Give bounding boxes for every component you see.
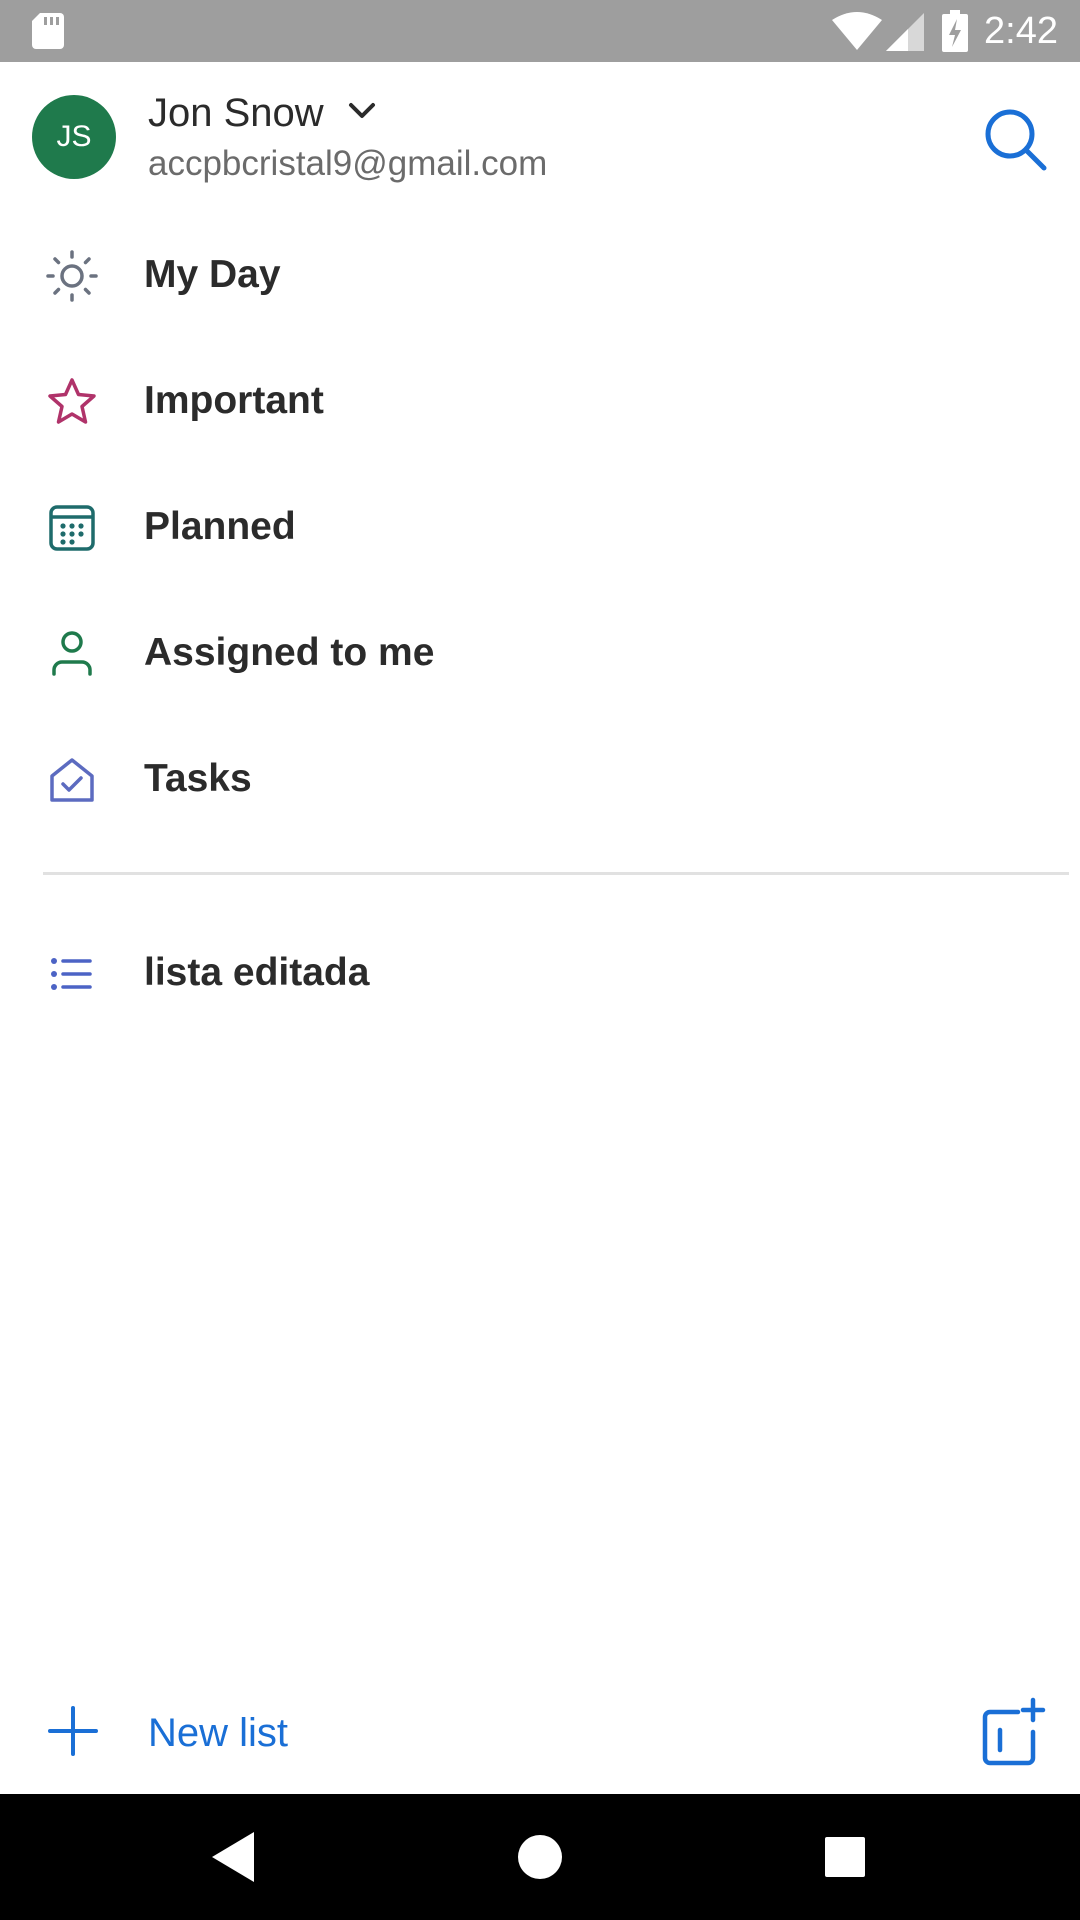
- nav-item-planned[interactable]: Planned: [0, 464, 1080, 584]
- back-icon[interactable]: [200, 1822, 270, 1892]
- divider: [43, 872, 1069, 875]
- nav-item-label: Tasks: [144, 757, 252, 800]
- search-icon[interactable]: [980, 104, 1050, 174]
- nav-item-tasks[interactable]: Tasks: [0, 716, 1080, 836]
- list-icon: [51, 958, 92, 990]
- avatar[interactable]: JS: [32, 95, 116, 179]
- status-time: 2:42: [984, 10, 1058, 52]
- new-list-label: New list: [148, 1711, 289, 1755]
- chevron-down-icon[interactable]: [348, 100, 376, 122]
- nav-item-label: Important: [144, 379, 324, 422]
- new-group-icon[interactable]: [976, 1696, 1048, 1768]
- sd-card-icon: [32, 13, 64, 49]
- list-item-lista-editada[interactable]: lista editada: [0, 910, 1080, 1030]
- new-list-button[interactable]: New list: [0, 1672, 940, 1792]
- sun-icon: [46, 250, 98, 302]
- star-icon: [48, 378, 96, 424]
- list-item-label: lista editada: [144, 951, 370, 994]
- system-nav-bar: [0, 1794, 1080, 1920]
- account-email: accpbcristal9@gmail.com: [148, 144, 548, 183]
- screen: 2:42 JS Jon Snow accpbcristal9@gmail.com…: [0, 0, 1080, 1920]
- home-check-icon: [50, 758, 94, 802]
- status-bar: 2:42: [0, 0, 1080, 62]
- signal-icon: [886, 13, 924, 51]
- nav-item-my-day[interactable]: My Day: [0, 212, 1080, 332]
- account-name: Jon Snow: [148, 91, 324, 135]
- nav-item-label: My Day: [144, 253, 281, 296]
- plus-icon: [48, 1706, 98, 1756]
- home-icon[interactable]: [505, 1822, 575, 1892]
- calendar-icon: [49, 505, 95, 551]
- person-icon: [52, 631, 92, 676]
- recents-icon[interactable]: [810, 1822, 880, 1892]
- nav-item-label: Planned: [144, 505, 296, 548]
- battery-charging-icon: [942, 10, 968, 52]
- nav-item-label: Assigned to me: [144, 631, 435, 674]
- nav-item-assigned-to-me[interactable]: Assigned to me: [0, 590, 1080, 710]
- wifi-icon: [832, 12, 882, 50]
- account-header[interactable]: JS Jon Snow accpbcristal9@gmail.com: [0, 62, 1080, 202]
- nav-item-important[interactable]: Important: [0, 338, 1080, 458]
